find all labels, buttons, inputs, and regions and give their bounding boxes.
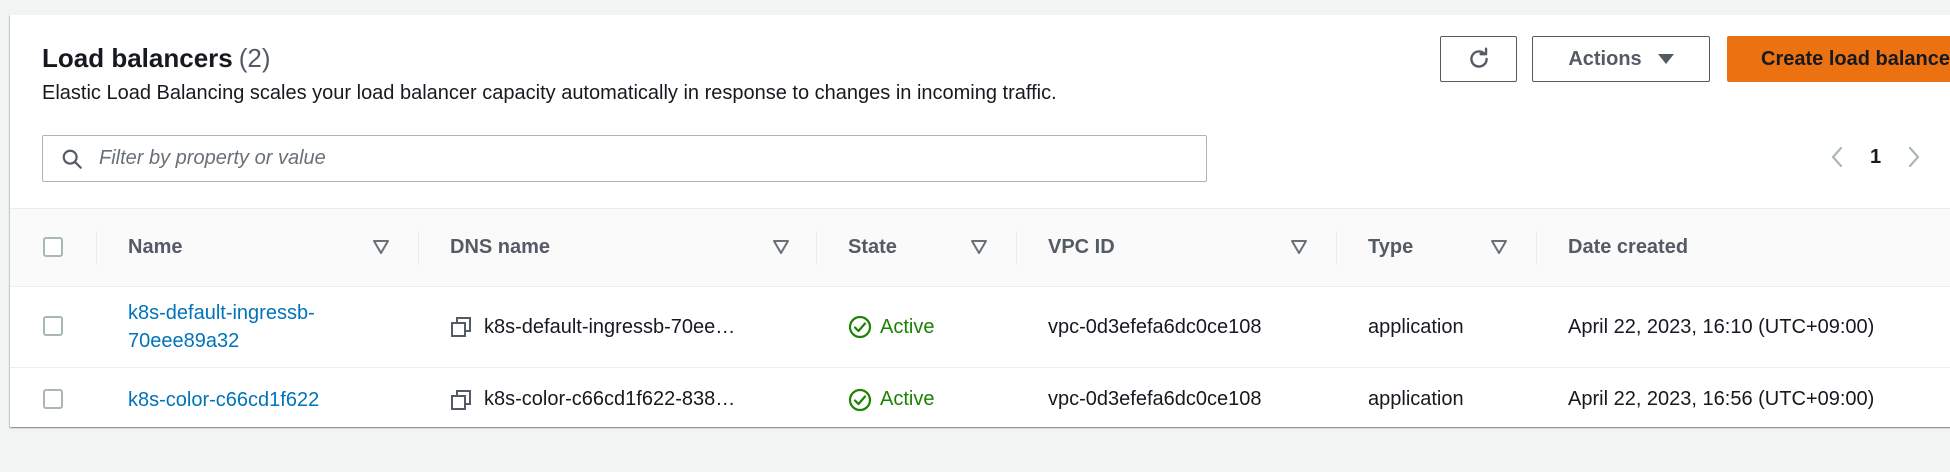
item-count: (2) — [238, 43, 271, 73]
select-all-checkbox[interactable] — [43, 237, 63, 257]
dns-cell: k8s-default-ingressb-70ee… — [450, 287, 735, 367]
row-checkbox[interactable] — [43, 316, 63, 336]
copy-icon[interactable] — [450, 316, 472, 338]
sort-icon[interactable] — [772, 239, 790, 255]
page-description: Elastic Load Balancing scales your load … — [42, 82, 1057, 104]
name-cell: k8s-default-ingressb- 70eee89a32 — [128, 287, 315, 367]
check-circle-icon — [848, 315, 872, 339]
column-header-state[interactable]: State — [848, 209, 897, 286]
filter-input[interactable] — [97, 146, 1181, 171]
search-icon — [62, 149, 82, 169]
load-balancer-link[interactable]: k8s-default-ingressb- 70eee89a32 — [128, 299, 315, 355]
pagination: 1 — [1830, 145, 1921, 169]
column-divider — [1536, 231, 1537, 265]
vpc-id-cell: vpc-0d3efefa6dc0ce108 — [1048, 315, 1262, 338]
column-divider — [1336, 231, 1337, 265]
actions-button[interactable]: Actions — [1532, 36, 1710, 82]
vpc-id-cell: vpc-0d3efefa6dc0ce108 — [1048, 388, 1262, 410]
load-balancer-name-line: 70eee89a32 — [128, 330, 240, 352]
column-divider — [816, 231, 817, 265]
state-cell: Active — [848, 287, 934, 367]
column-divider — [96, 231, 97, 265]
column-divider — [418, 231, 419, 265]
refresh-icon — [1469, 47, 1488, 68]
table-header: Name DNS name State VPC ID Type Date cre… — [10, 208, 1950, 287]
column-header-type[interactable]: Type — [1368, 209, 1413, 286]
title-row: Load balancers (2) — [42, 43, 1057, 74]
load-balancers-table: Name DNS name State VPC ID Type Date cre… — [10, 208, 1950, 427]
name-cell: k8s-color-c66cd1f622 — [128, 368, 319, 427]
sort-icon[interactable] — [372, 239, 390, 255]
page-number[interactable]: 1 — [1870, 146, 1881, 169]
load-balancer-link[interactable]: k8s-color-c66cd1f622 — [128, 386, 319, 414]
sort-icon[interactable] — [1490, 239, 1508, 255]
sort-icon[interactable] — [1290, 239, 1308, 255]
sort-icon[interactable] — [970, 239, 988, 255]
state-text: Active — [880, 315, 935, 338]
dns-name-text: k8s-default-ingressb-70ee… — [484, 315, 736, 338]
date-created-cell: April 22, 2023, 16:10 (UTC+09:00) — [1568, 315, 1875, 338]
column-header-vpc-id[interactable]: VPC ID — [1048, 209, 1115, 286]
type-cell: application — [1368, 388, 1464, 410]
caret-down-icon — [1657, 54, 1674, 64]
column-header-dns-name[interactable]: DNS name — [450, 209, 550, 286]
create-label: Create load balancer — [1761, 47, 1950, 70]
table-row: k8s-color-c66cd1f622 k8s-color-c66cd1f62… — [10, 368, 1950, 427]
panel-header: Load balancers (2) Elastic Load Balancin… — [42, 43, 1057, 105]
column-divider — [1016, 231, 1017, 265]
check-circle-icon — [848, 388, 872, 411]
load-balancers-panel: Load balancers (2) Elastic Load Balancin… — [10, 15, 1950, 427]
row-checkbox[interactable] — [43, 389, 63, 409]
load-balancer-name-line: k8s-default-ingressb- — [128, 302, 315, 324]
page-title: Load balancers — [42, 43, 233, 73]
dns-cell: k8s-color-c66cd1f622-838… — [450, 368, 735, 427]
refresh-button[interactable] — [1440, 36, 1517, 82]
state-text: Active — [880, 388, 935, 410]
state-cell: Active — [848, 368, 934, 427]
date-created-cell: April 22, 2023, 16:56 (UTC+09:00) — [1568, 388, 1875, 410]
column-header-name[interactable]: Name — [128, 209, 182, 286]
chevron-right-icon[interactable] — [1907, 145, 1921, 169]
copy-icon[interactable] — [450, 389, 472, 411]
type-cell: application — [1368, 315, 1464, 338]
table-row: k8s-default-ingressb- 70eee89a32 k8s-def… — [10, 287, 1950, 368]
actions-label: Actions — [1568, 47, 1642, 70]
column-header-date-created[interactable]: Date created — [1568, 209, 1688, 286]
dns-name-text: k8s-color-c66cd1f622-838… — [484, 388, 736, 410]
chevron-left-icon[interactable] — [1830, 145, 1844, 169]
create-load-balancer-button[interactable]: Create load balancer — [1727, 36, 1950, 82]
filter-search-box[interactable] — [42, 135, 1207, 182]
